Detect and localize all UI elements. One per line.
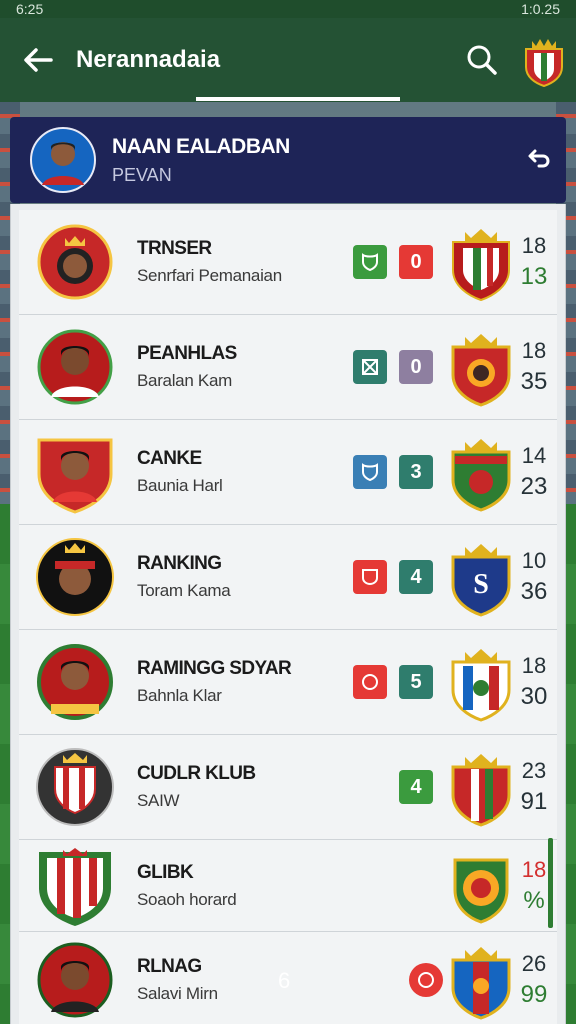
player-avatar [37, 644, 113, 720]
profile-card[interactable]: NAAN EALADBAN PEVAN [10, 117, 566, 203]
refresh-button[interactable] [510, 147, 566, 173]
list-item[interactable]: GLIBK Soaoh horard 18 % [19, 840, 557, 932]
refresh-icon [528, 149, 550, 168]
list-item[interactable]: PEANHLAS Baralan Kam 0 18 35 [19, 315, 557, 420]
row-title: TRNSER [137, 238, 212, 259]
list-item[interactable]: CANKE Baunia Harl 3 14 23 [19, 420, 557, 525]
club-crest-icon [451, 439, 511, 512]
row-subtitle: Senrfari Pemanaian [137, 266, 282, 285]
count-badge[interactable]: 0 [399, 245, 433, 279]
score-top: 18 [521, 338, 547, 363]
club-avatar [36, 748, 114, 826]
app-bar: Nerannadaia [0, 18, 576, 102]
scrollbar[interactable] [548, 838, 553, 928]
back-button[interactable] [0, 18, 76, 102]
player-avatar [37, 224, 113, 300]
row-subtitle: Baralan Kam [137, 371, 232, 390]
score-bottom: 91 [520, 788, 548, 815]
score-top: 23 [521, 758, 547, 783]
page-title: Nerannadaia [76, 46, 221, 73]
count-badge[interactable]: 4 [399, 560, 433, 594]
row-subtitle: SAIW [137, 791, 180, 810]
list-item[interactable]: RAMINGG SDYAR Bahnla Klar 5 18 30 [19, 630, 557, 735]
search-button[interactable] [452, 18, 512, 102]
row-title: RANKING [137, 553, 222, 574]
club-logo-button[interactable] [512, 18, 576, 102]
row-subtitle: Toram Kama [137, 581, 231, 600]
row-subtitle: Bahnla Klar [137, 686, 222, 705]
list-item[interactable]: TRNSER Senrfari Pemanaian 0 18 13 [19, 210, 557, 315]
arrow-left-icon [24, 48, 53, 72]
status-bar: 6:25 1:0.25 [0, 0, 576, 18]
status-badge[interactable] [353, 560, 387, 594]
row-subtitle: Salavi Mirn [137, 983, 218, 1003]
club-crest-icon [451, 649, 511, 722]
club-crest-icon [525, 39, 563, 87]
count-badge[interactable]: 5 [399, 665, 433, 699]
player-avatar [37, 942, 113, 1017]
club-crest-icon [453, 858, 509, 924]
row-title: GLIBK [137, 861, 194, 883]
shield-icon [362, 463, 378, 482]
profile-avatar [30, 127, 96, 193]
player-avatar [37, 438, 113, 514]
row-title: RLNAG [137, 955, 202, 977]
status-badge[interactable] [353, 245, 387, 279]
profile-subtitle: PEVAN [112, 164, 172, 185]
club-crest-icon [451, 946, 511, 1020]
score-bottom: 35 [520, 368, 548, 395]
status-time: 6:25 [16, 1, 44, 17]
count-badge[interactable]: 4 [399, 770, 433, 804]
ranking-list: TRNSER Senrfari Pemanaian 0 18 13 PEANHL… [10, 204, 566, 1024]
score-bottom: 23 [520, 473, 548, 500]
player-avatar [36, 538, 114, 616]
shield-icon [362, 253, 378, 272]
club-crest-icon [452, 229, 510, 302]
ball-icon [362, 674, 378, 690]
player-avatar [37, 329, 113, 405]
score-top: 26 [521, 950, 547, 976]
svg-text:S: S [473, 569, 489, 600]
row-subtitle: Baunia Harl [137, 476, 223, 495]
status-badge[interactable] [353, 350, 387, 384]
club-crest-icon [451, 754, 511, 827]
club-crest-icon [451, 334, 511, 407]
row-title: CANKE [137, 448, 202, 469]
score-top: 18 [521, 233, 547, 258]
cross-icon [362, 359, 378, 375]
score-top: 14 [521, 443, 547, 468]
cup-icon [362, 569, 378, 586]
active-tab-indicator [196, 97, 400, 101]
row-title: RAMINGG SDYAR [137, 658, 292, 679]
score-bottom: 30 [520, 683, 548, 710]
search-icon [467, 45, 497, 75]
status-right: 1:0.25 [521, 1, 560, 17]
status-badge[interactable] [353, 665, 387, 699]
page-number: 6 [278, 968, 291, 993]
status-badge[interactable] [353, 455, 387, 489]
row-title: CUDLR KLUB [137, 763, 256, 784]
count-badge[interactable]: 0 [399, 350, 433, 384]
score-top: 10 [521, 548, 547, 573]
score-bottom: % [523, 886, 545, 914]
row-subtitle: Soaoh horard [137, 889, 237, 909]
score-bottom: 13 [520, 263, 548, 290]
score-bottom: 99 [520, 980, 548, 1008]
list-item[interactable]: CUDLR KLUB SAIW 4 23 91 [19, 735, 557, 840]
profile-name: NAAN EALADBAN [112, 134, 290, 158]
count-badge[interactable]: 3 [399, 455, 433, 489]
score-top: 18 [521, 653, 547, 678]
status-badge[interactable] [409, 962, 443, 997]
ball-icon [418, 971, 434, 988]
club-crest-icon: S [451, 544, 511, 617]
score-top: 18 [521, 856, 547, 882]
row-title: PEANHLAS [137, 343, 237, 364]
club-avatar [39, 847, 111, 926]
score-bottom: 36 [520, 578, 548, 605]
list-item[interactable]: RANKING Toram Kama 4 S 10 36 [19, 525, 557, 630]
